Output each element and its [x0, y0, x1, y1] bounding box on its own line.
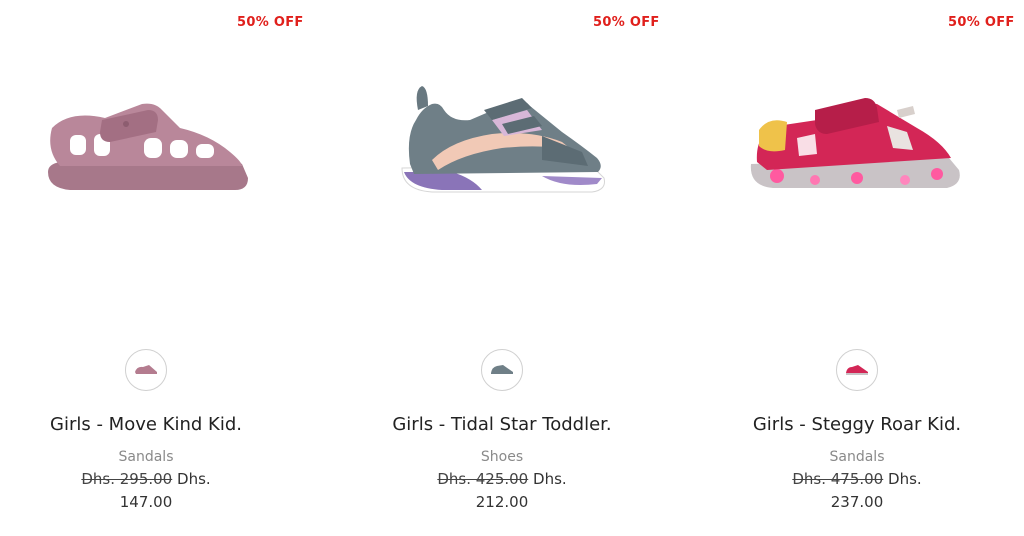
discount-badge: 50% OFF	[948, 15, 1015, 30]
product-grid: 50% OFF Girls - Move Kind Kid. Sandals D…	[0, 0, 1024, 536]
swatch-thumbnail-icon	[135, 365, 157, 374]
product-card[interactable]: 50% OFF Girls - Move Kind Kid. Sandals D…	[0, 0, 340, 536]
product-title[interactable]: Girls - Move Kind Kid.	[0, 414, 292, 435]
color-swatch[interactable]	[125, 349, 167, 391]
product-card[interactable]: 50% OFF Girls - Steggy Roar Kid. Sandals…	[687, 0, 1024, 536]
original-price: Dhs. 475.00	[792, 470, 884, 488]
discount-badge: 50% OFF	[237, 15, 304, 30]
product-title[interactable]: Girls - Tidal Star Toddler.	[332, 414, 672, 435]
color-swatch[interactable]	[836, 349, 878, 391]
discount-badge: 50% OFF	[593, 15, 660, 30]
sale-price: 237.00	[830, 493, 884, 511]
sale-price: 147.00	[119, 493, 173, 511]
product-category: Sandals	[829, 449, 885, 465]
swatch-thumbnail-icon	[846, 365, 868, 375]
swatch-thumbnail-icon	[491, 365, 513, 374]
currency-label: Dhs.	[177, 470, 211, 488]
product-image-tidal-star[interactable]	[392, 80, 632, 210]
color-swatch[interactable]	[481, 349, 523, 391]
sale-price: 212.00	[475, 493, 529, 511]
product-category: Sandals	[118, 449, 174, 465]
price-line: Dhs. 425.00 Dhs.	[332, 470, 672, 488]
product-category: Shoes	[480, 449, 524, 465]
product-image-move-kind[interactable]	[30, 80, 270, 210]
original-price: Dhs. 425.00	[437, 470, 529, 488]
product-title[interactable]: Girls - Steggy Roar Kid.	[687, 414, 1024, 435]
product-image-steggy-roar[interactable]	[737, 80, 977, 210]
product-card[interactable]: 50% OFF Girls - Tidal Star Toddler. Shoe…	[332, 0, 672, 536]
price-line: Dhs. 475.00 Dhs.	[687, 470, 1024, 488]
currency-label: Dhs.	[888, 470, 922, 488]
currency-label: Dhs.	[533, 470, 567, 488]
original-price: Dhs. 295.00	[81, 470, 173, 488]
price-line: Dhs. 295.00 Dhs.	[0, 470, 292, 488]
